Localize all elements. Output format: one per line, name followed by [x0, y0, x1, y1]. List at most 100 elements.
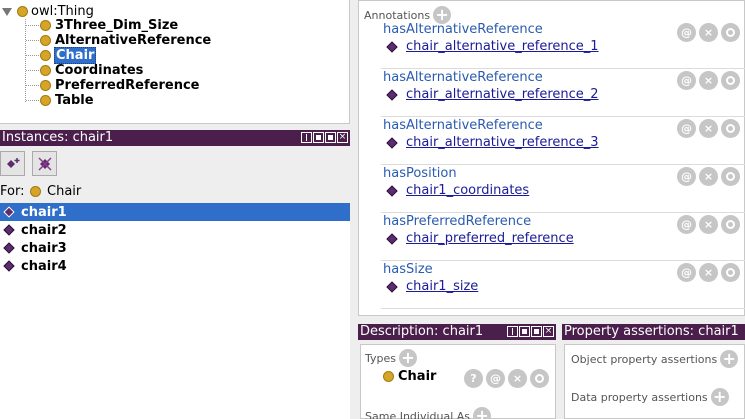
individual-icon — [386, 232, 398, 245]
panel-close-icon[interactable]: × — [337, 132, 348, 143]
annotation-row: hasSize chair1_size @ × — [381, 261, 745, 309]
annotations-title: Annotations — [364, 8, 431, 22]
tree-item-label: Coordinates — [55, 63, 144, 78]
annotation-row: hasPosition chair1_coordinates @ × — [381, 165, 745, 213]
class-icon — [40, 95, 51, 106]
tree-item-chair[interactable]: Chair — [26, 47, 97, 64]
tree-item-coordinates[interactable]: Coordinates — [26, 63, 144, 78]
edit-annotation-icon[interactable] — [721, 71, 740, 90]
annotate-at-icon[interactable]: @ — [677, 263, 696, 282]
annotation-row: hasAlternativeReference chair_alternativ… — [381, 21, 745, 69]
delete-annotation-icon[interactable]: × — [699, 23, 718, 42]
tree-item-label: 3Three_Dim_Size — [55, 18, 179, 33]
annotate-at-icon[interactable]: @ — [677, 167, 696, 186]
instances-list[interactable]: chair1 chair2 chair3 chair4 — [0, 203, 350, 419]
panel-maximize-icon[interactable] — [519, 326, 530, 337]
individual-icon — [386, 280, 398, 293]
annotate-at-icon[interactable]: @ — [677, 119, 696, 138]
annotation-value-link[interactable]: chair_preferred_reference — [406, 231, 574, 246]
edit-annotation-icon[interactable] — [721, 119, 740, 138]
panel-float-icon[interactable] — [325, 132, 336, 143]
type-row: Chair — [383, 369, 436, 384]
annotation-value-link[interactable]: chair1_coordinates — [406, 183, 529, 198]
types-section-header: Types + — [365, 349, 417, 367]
class-icon — [30, 185, 41, 197]
panel-split-icon[interactable] — [507, 326, 518, 337]
annotation-value-link[interactable]: chair_alternative_reference_2 — [406, 87, 599, 102]
panel-close-icon[interactable]: × — [543, 326, 554, 337]
for-class-name: Chair — [47, 183, 82, 199]
annotate-at-icon[interactable]: @ — [677, 215, 696, 234]
edit-annotation-icon[interactable] — [721, 23, 740, 42]
individual-label: chair2 — [21, 222, 67, 238]
description-body: Types + Chair ? @ × Same Individual As + — [360, 344, 556, 419]
delete-annotation-icon[interactable]: × — [699, 263, 718, 282]
tree-item-alternativereference[interactable]: AlternativeReference — [26, 33, 212, 48]
annotate-at-icon[interactable]: @ — [486, 369, 505, 388]
annotation-value-link[interactable]: chair_alternative_reference_3 — [406, 135, 599, 150]
annotation-row: hasPreferredReference chair_preferred_re… — [381, 213, 745, 261]
panel-split-icon[interactable] — [301, 132, 312, 143]
list-item-chair1[interactable]: chair1 — [0, 203, 350, 221]
add-individual-button[interactable] — [0, 151, 25, 176]
delete-annotation-icon[interactable]: × — [699, 167, 718, 186]
same-individual-label: Same Individual As — [365, 409, 471, 419]
edit-annotation-icon[interactable] — [721, 167, 740, 186]
annotation-property[interactable]: hasSize — [383, 262, 433, 277]
class-icon — [40, 50, 51, 61]
list-item-chair2[interactable]: chair2 — [0, 221, 350, 239]
delete-type-icon[interactable]: × — [508, 369, 527, 388]
annotation-property[interactable]: hasPosition — [383, 166, 457, 181]
class-hierarchy-tree[interactable]: owl:Thing 3Three_Dim_Size AlternativeRef… — [0, 0, 350, 124]
instances-panel-title: Instances: chair1 — [2, 130, 114, 145]
annotation-value-link[interactable]: chair_alternative_reference_1 — [406, 39, 599, 54]
tree-item-label: Table — [55, 93, 94, 108]
individual-label: chair3 — [21, 240, 67, 256]
edit-type-icon[interactable] — [530, 369, 549, 388]
add-object-property-button[interactable]: + — [720, 350, 739, 368]
panel-float-icon[interactable] — [531, 326, 542, 337]
add-type-button[interactable]: + — [399, 349, 417, 367]
individual-icon — [3, 206, 15, 218]
type-value[interactable]: Chair — [398, 369, 436, 384]
data-property-label: Data property assertions — [571, 390, 708, 404]
tree-root[interactable]: owl:Thing — [2, 4, 94, 19]
annotation-row: hasAlternativeReference chair_alternativ… — [381, 117, 745, 165]
edit-annotation-icon[interactable] — [721, 215, 740, 234]
class-icon — [383, 371, 394, 382]
panel-maximize-icon[interactable] — [313, 132, 324, 143]
add-same-individual-button[interactable]: + — [473, 407, 492, 419]
annotation-property[interactable]: hasAlternativeReference — [383, 70, 543, 85]
tree-item-preferredreference[interactable]: PreferredReference — [26, 78, 200, 93]
help-icon[interactable]: ? — [464, 369, 483, 388]
annotate-at-icon[interactable]: @ — [677, 23, 696, 42]
add-data-property-button[interactable]: + — [710, 388, 729, 406]
class-icon — [40, 35, 51, 46]
annotation-value-link[interactable]: chair1_size — [406, 279, 478, 294]
delete-individual-button[interactable] — [32, 151, 57, 176]
edit-annotation-icon[interactable] — [721, 263, 740, 282]
data-property-section-header: Data property assertions + — [571, 388, 729, 406]
annotation-property[interactable]: hasAlternativeReference — [383, 22, 543, 37]
delete-annotation-icon[interactable]: × — [699, 71, 718, 90]
individual-icon — [3, 260, 15, 272]
annotation-property[interactable]: hasPreferredReference — [383, 214, 531, 229]
tree-item-3three-dim-size[interactable]: 3Three_Dim_Size — [26, 18, 179, 33]
property-assertions-panel: Property assertions: chair1 Object prope… — [562, 324, 745, 419]
instances-filter: For: Chair — [0, 183, 81, 199]
class-icon — [40, 80, 51, 91]
annotation-property[interactable]: hasAlternativeReference — [383, 118, 543, 133]
individual-icon — [386, 40, 398, 53]
collapse-toggle-icon[interactable] — [2, 7, 12, 16]
individual-icon — [386, 88, 398, 101]
tree-item-table[interactable]: Table — [26, 93, 95, 108]
list-item-chair3[interactable]: chair3 — [0, 239, 350, 257]
individual-icon — [386, 184, 398, 197]
delete-individual-icon — [37, 156, 52, 171]
delete-annotation-icon[interactable]: × — [699, 119, 718, 138]
same-individual-section-header: Same Individual As + — [365, 407, 492, 419]
annotate-at-icon[interactable]: @ — [677, 71, 696, 90]
delete-annotation-icon[interactable]: × — [699, 215, 718, 234]
list-item-chair4[interactable]: chair4 — [0, 257, 350, 275]
individual-label: chair4 — [21, 258, 67, 274]
